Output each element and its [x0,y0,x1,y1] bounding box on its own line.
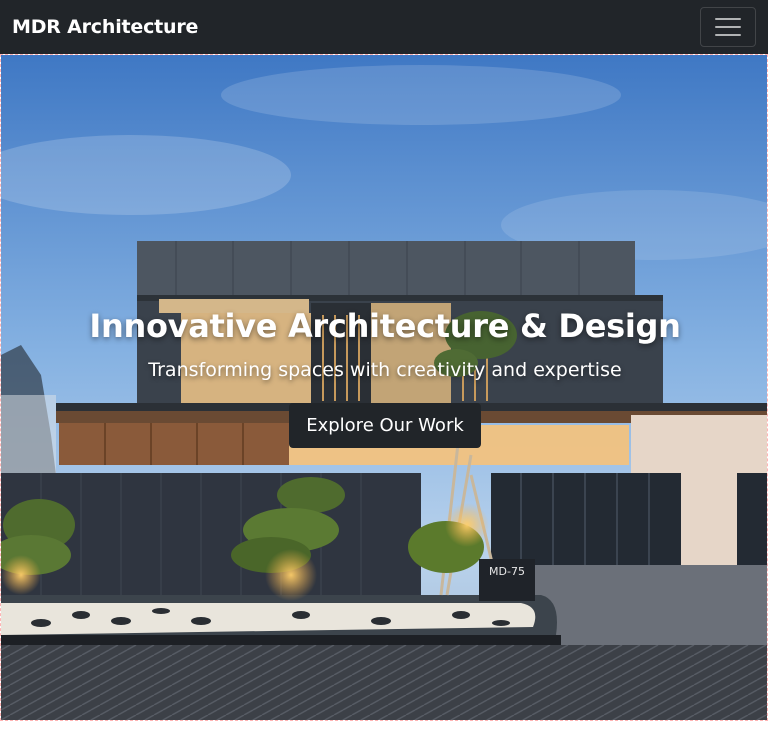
hero-subtitle: Transforming spaces with creativity and … [148,359,622,381]
hero-section: MD-75 Innovative Architecture & Design T… [0,54,768,721]
brand-link[interactable]: MDR Architecture [12,16,198,38]
explore-our-work-button[interactable]: Explore Our Work [289,403,481,448]
hero-content: Innovative Architecture & Design Transfo… [1,307,767,448]
hamburger-icon-bar [715,34,741,36]
hamburger-icon-bar [715,26,741,28]
hamburger-icon [715,18,741,20]
house-number-plate: MD-75 [489,565,525,578]
navbar: MDR Architecture [0,0,768,54]
hero-title: Innovative Architecture & Design [89,307,681,345]
menu-toggle-button[interactable] [700,7,756,47]
